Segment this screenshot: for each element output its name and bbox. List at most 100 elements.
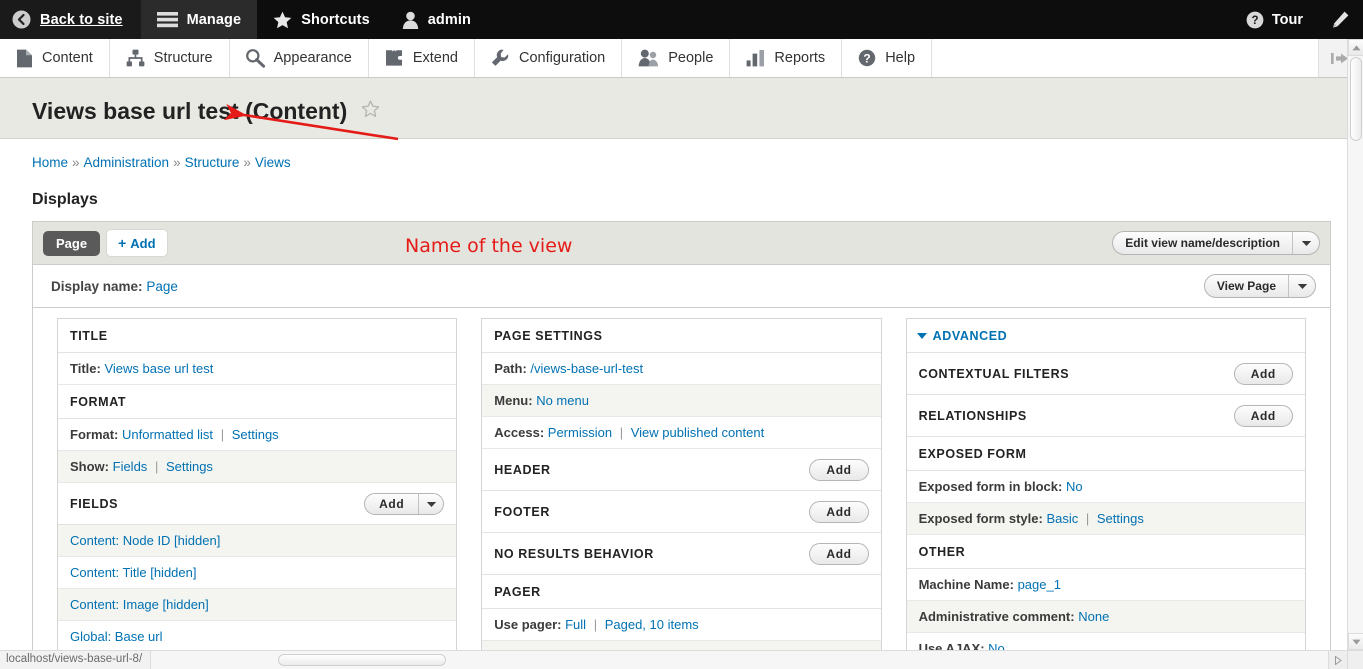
separator: | — [590, 617, 601, 632]
breadcrumb-item-structure[interactable]: Structure — [185, 155, 240, 170]
back-arrow-circle-icon — [12, 10, 31, 29]
admin-menu-bar: Content Structure Appearance Extend Conf — [0, 39, 1363, 78]
edit-pencil-button[interactable] — [1317, 0, 1363, 39]
add-button[interactable]: Add — [809, 501, 868, 523]
nav-label: Help — [885, 50, 915, 66]
display-tab-page[interactable]: Page — [43, 231, 100, 256]
add-button[interactable]: Add — [1234, 363, 1293, 385]
row-key: Machine Name: — [919, 577, 1014, 592]
group-title-label: FOOTER — [494, 505, 550, 519]
user-account-label: admin — [428, 12, 471, 28]
row-value-link[interactable]: None — [1078, 609, 1109, 624]
breadcrumb-item-administration[interactable]: Administration — [84, 155, 170, 170]
back-to-site-label: Back to site — [40, 12, 123, 28]
nav-label: Reports — [774, 50, 825, 66]
nav-item-structure[interactable]: Structure — [110, 39, 230, 77]
group-title-row: PAGER — [482, 575, 880, 609]
add-button[interactable]: Add — [364, 493, 444, 515]
column-left: TITLETitle: Views base url test FORMATFo… — [45, 318, 469, 669]
group-title-label: PAGER — [494, 585, 541, 599]
row-value-link[interactable]: Unformatted list — [122, 427, 213, 442]
row-value-link[interactable]: Settings — [232, 427, 279, 442]
add-button[interactable]: Add — [809, 543, 868, 565]
list-item-label[interactable]: Content: Node ID [hidden] — [70, 533, 220, 548]
favorite-star-icon[interactable] — [361, 100, 380, 123]
row-value-link[interactable]: Basic — [1046, 511, 1078, 526]
vertical-scrollbar[interactable] — [1347, 39, 1363, 650]
group-title-label: FIELDS — [70, 497, 118, 511]
breadcrumb: Home»Administration»Structure»Views — [32, 155, 1363, 170]
user-account-tab[interactable]: admin — [386, 0, 487, 39]
row-value-link[interactable]: Views base url test — [104, 361, 213, 376]
extend-puzzle-icon — [385, 49, 404, 67]
scroll-up-button[interactable] — [1348, 39, 1363, 56]
chevron-down-icon[interactable] — [1288, 275, 1315, 297]
nav-item-people[interactable]: People — [622, 39, 730, 77]
configuration-wrench-icon — [491, 49, 510, 68]
shortcuts-tab[interactable]: Shortcuts — [257, 0, 386, 39]
back-to-site-button[interactable]: Back to site — [0, 0, 141, 39]
row-value-link[interactable]: No menu — [536, 393, 589, 408]
tour-button[interactable]: ? Tour — [1232, 0, 1317, 39]
breadcrumb-item-views[interactable]: Views — [255, 155, 291, 170]
settings-row: Exposed form in block: No — [907, 471, 1305, 503]
nav-label: Appearance — [274, 50, 352, 66]
svg-text:?: ? — [864, 51, 871, 65]
scroll-right-button[interactable] — [1328, 651, 1347, 669]
add-button[interactable]: Add — [809, 459, 868, 481]
annotation-label: Name of the view — [405, 235, 572, 257]
add-button[interactable]: Add — [1234, 405, 1293, 427]
list-item[interactable]: Content: Node ID [hidden] — [58, 525, 456, 557]
group-title-row: TITLE — [58, 319, 456, 353]
nav-item-extend[interactable]: Extend — [369, 39, 475, 77]
advanced-section-toggle[interactable]: ADVANCED — [907, 319, 1305, 353]
group-title-row: FIELDS Add — [58, 483, 456, 525]
row-key: Exposed form style: — [919, 511, 1043, 526]
chevron-down-icon[interactable] — [1292, 232, 1319, 254]
row-value-link[interactable]: Full — [565, 617, 586, 632]
list-item-label[interactable]: Content: Image [hidden] — [70, 597, 209, 612]
add-display-button[interactable]: + Add — [106, 229, 167, 257]
horizontal-scroll-thumb[interactable] — [278, 654, 446, 666]
nav-filler — [932, 39, 1319, 77]
row-value-link[interactable]: Permission — [548, 425, 612, 440]
row-value-link[interactable]: View published content — [631, 425, 764, 440]
horizontal-scrollbar[interactable] — [0, 650, 1347, 669]
view-page-button[interactable]: View Page — [1204, 274, 1316, 298]
list-item[interactable]: Content: Title [hidden] — [58, 557, 456, 589]
row-value-link[interactable]: /views-base-url-test — [530, 361, 643, 376]
vertical-scroll-thumb[interactable] — [1350, 57, 1362, 141]
group-title-label: RELATIONSHIPS — [919, 409, 1027, 423]
list-item[interactable]: Content: Image [hidden] — [58, 589, 456, 621]
settings-row: Title: Views base url test — [58, 353, 456, 385]
nav-item-reports[interactable]: Reports — [730, 39, 842, 77]
chevron-down-icon[interactable] — [418, 494, 443, 514]
display-name-value[interactable]: Page — [146, 279, 178, 294]
row-value-link[interactable]: Settings — [166, 459, 213, 474]
breadcrumb-item-home[interactable]: Home — [32, 155, 68, 170]
list-item-label[interactable]: Content: Title [hidden] — [70, 565, 196, 580]
nav-item-content[interactable]: Content — [0, 39, 110, 77]
manage-tab[interactable]: Manage — [141, 0, 258, 39]
group-title-row: NO RESULTS BEHAVIORAdd — [482, 533, 880, 575]
view-settings-columns: TITLETitle: Views base url test FORMATFo… — [33, 308, 1330, 669]
row-value-link[interactable]: Paged, 10 items — [605, 617, 699, 632]
nav-item-help[interactable]: ? Help — [842, 39, 932, 77]
breadcrumb-separator: » — [72, 155, 80, 170]
row-value-link[interactable]: Settings — [1097, 511, 1144, 526]
row-value-link[interactable]: No — [1066, 479, 1083, 494]
list-item-label[interactable]: Global: Base url — [70, 629, 163, 644]
row-value-link[interactable]: page_1 — [1018, 577, 1061, 592]
panel-middle: PAGE SETTINGSPath: /views-base-url-test … — [481, 318, 881, 669]
display-name-row: Display name: Page View Page — [33, 265, 1330, 308]
list-item[interactable]: Global: Base url — [58, 621, 456, 653]
row-value-link[interactable]: Fields — [113, 459, 148, 474]
group-title-row: FORMAT — [58, 385, 456, 419]
edit-view-name-button[interactable]: Edit view name/description — [1112, 231, 1320, 255]
nav-item-configuration[interactable]: Configuration — [475, 39, 622, 77]
scroll-down-button[interactable] — [1348, 633, 1363, 650]
row-key: Title: — [70, 361, 101, 376]
nav-item-appearance[interactable]: Appearance — [230, 39, 369, 77]
display-tabs-bar: Page + Add Edit view name/description — [33, 222, 1330, 265]
column-middle: PAGE SETTINGSPath: /views-base-url-test … — [469, 318, 893, 669]
